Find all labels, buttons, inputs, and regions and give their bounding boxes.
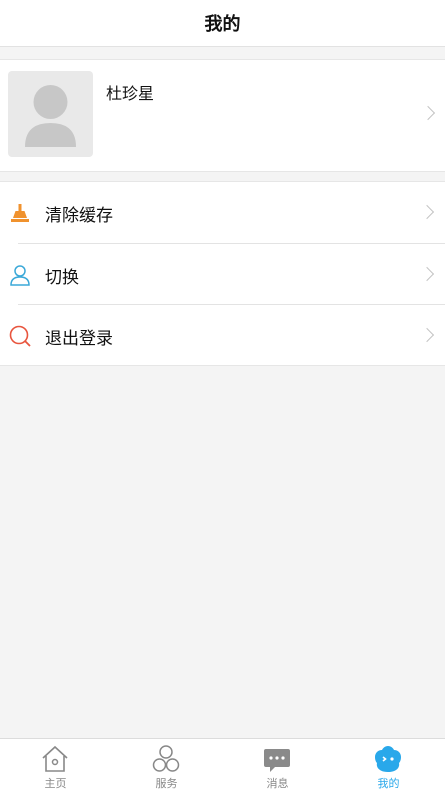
menu-item-logout[interactable]: 退出登录 [0, 305, 445, 366]
user-outline-icon [10, 265, 30, 286]
tab-messages[interactable]: 消息 [222, 739, 333, 791]
tab-label: 主页 [44, 777, 67, 790]
bottom-tab-bar: 主页 服务 消息 我的 [0, 738, 445, 791]
menu-item-clear-cache[interactable]: 清除缓存 [0, 182, 445, 243]
page-title: 我的 [204, 14, 241, 35]
home-icon [42, 745, 68, 772]
menu-item-label: 清除缓存 [45, 206, 113, 226]
settings-menu: 清除缓存 切换 退出登录 [0, 181, 445, 366]
tab-label: 我的 [377, 777, 400, 790]
tab-label: 服务 [155, 777, 178, 790]
profile-card[interactable]: 杜珍星 [0, 59, 445, 172]
menu-item-label: 退出登录 [45, 329, 113, 349]
broom-icon [11, 204, 29, 222]
tab-home[interactable]: 主页 [0, 739, 111, 791]
chevron-right-icon [419, 327, 435, 343]
tab-services[interactable]: 服务 [111, 739, 222, 791]
menu-item-switch[interactable]: 切换 [0, 244, 445, 305]
top-bar: 我的 [0, 0, 445, 47]
chevron-right-icon [419, 266, 435, 282]
chevron-right-icon [419, 204, 435, 220]
tab-label: 消息 [266, 777, 289, 790]
profile-face-icon [375, 746, 401, 772]
circles-icon [152, 745, 180, 772]
tab-mine[interactable]: 我的 [333, 739, 444, 791]
search-circle-icon [9, 325, 31, 347]
chat-bubble-icon [264, 749, 290, 772]
chevron-right-icon [420, 105, 436, 121]
menu-item-label: 切换 [45, 268, 79, 288]
avatar [8, 71, 93, 157]
user-name: 杜珍星 [106, 84, 155, 103]
default-avatar-icon [25, 85, 76, 147]
